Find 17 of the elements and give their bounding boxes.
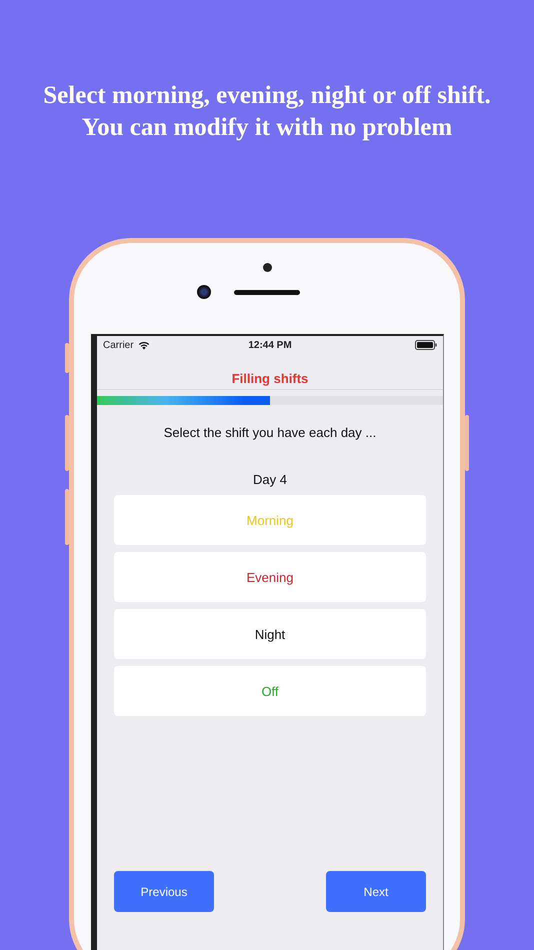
wifi-icon [138, 340, 150, 350]
shift-option[interactable]: Evening [114, 552, 426, 602]
previous-button[interactable]: Previous [114, 871, 214, 912]
day-label: Day 4 [252, 472, 288, 487]
headline-text: Select morning, evening, night or off shift. [43, 81, 491, 111]
shift-option[interactable]: Night [114, 609, 426, 659]
speaker-icon [234, 290, 300, 295]
sensor-icon [262, 263, 272, 272]
shift-option[interactable]: Off [114, 666, 426, 716]
carrier-label: Carrier [103, 340, 134, 350]
status-time: 12:44 PM [248, 340, 292, 350]
camera-icon [197, 285, 211, 299]
headline-text: You can modify it with no problem [82, 113, 452, 143]
next-button[interactable]: Next [326, 871, 426, 912]
instruction-text: Select the shift you have each day ... [162, 425, 378, 440]
screen-title: Filling shifts [232, 371, 308, 386]
battery-icon [415, 340, 437, 350]
